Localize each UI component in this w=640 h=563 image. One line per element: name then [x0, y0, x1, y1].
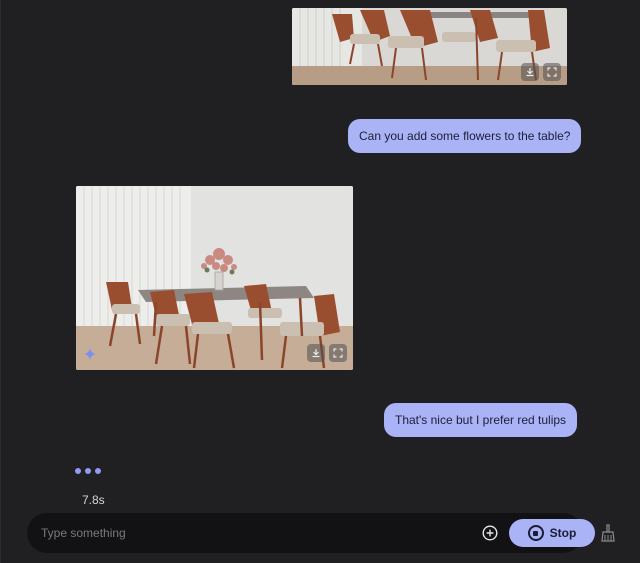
download-button[interactable] [521, 63, 539, 81]
user-message-text: Can you add some flowers to the table? [359, 129, 571, 143]
chat-window: Can you add some flowers to the table? T… [0, 0, 640, 563]
plus-circle-icon [482, 525, 498, 541]
stop-circle-icon [527, 525, 544, 541]
fullscreen-button[interactable] [543, 63, 561, 81]
generated-image-2[interactable] [76, 186, 353, 370]
broom-icon [601, 524, 615, 542]
download-button[interactable] [307, 344, 325, 362]
add-attachment-button[interactable] [481, 524, 499, 542]
typing-indicator [75, 468, 101, 474]
message-list: Can you add some flowers to the table? T… [1, 0, 640, 512]
download-icon [312, 349, 320, 358]
typing-dot [95, 468, 101, 474]
user-message: That's nice but I prefer red tulips [384, 403, 578, 437]
fullscreen-icon [547, 67, 557, 77]
typing-dot [85, 468, 91, 474]
message-input[interactable] [41, 523, 461, 543]
stop-button[interactable]: Stop [509, 519, 595, 547]
fullscreen-button[interactable] [329, 344, 347, 362]
user-message-text: That's nice but I prefer red tulips [395, 413, 567, 427]
fullscreen-icon [333, 348, 343, 358]
sparkle-icon [84, 348, 96, 360]
stop-button-label: Stop [549, 526, 577, 540]
user-message: Can you add some flowers to the table? [348, 119, 582, 153]
elapsed-time: 7.8s [82, 493, 105, 507]
message-composer: Stop [27, 513, 595, 553]
clear-chat-button[interactable] [598, 523, 618, 543]
typing-dot [75, 468, 81, 474]
generated-image-1[interactable] [292, 8, 567, 85]
dining-room-flowers-image [76, 186, 353, 370]
download-icon [526, 68, 534, 77]
